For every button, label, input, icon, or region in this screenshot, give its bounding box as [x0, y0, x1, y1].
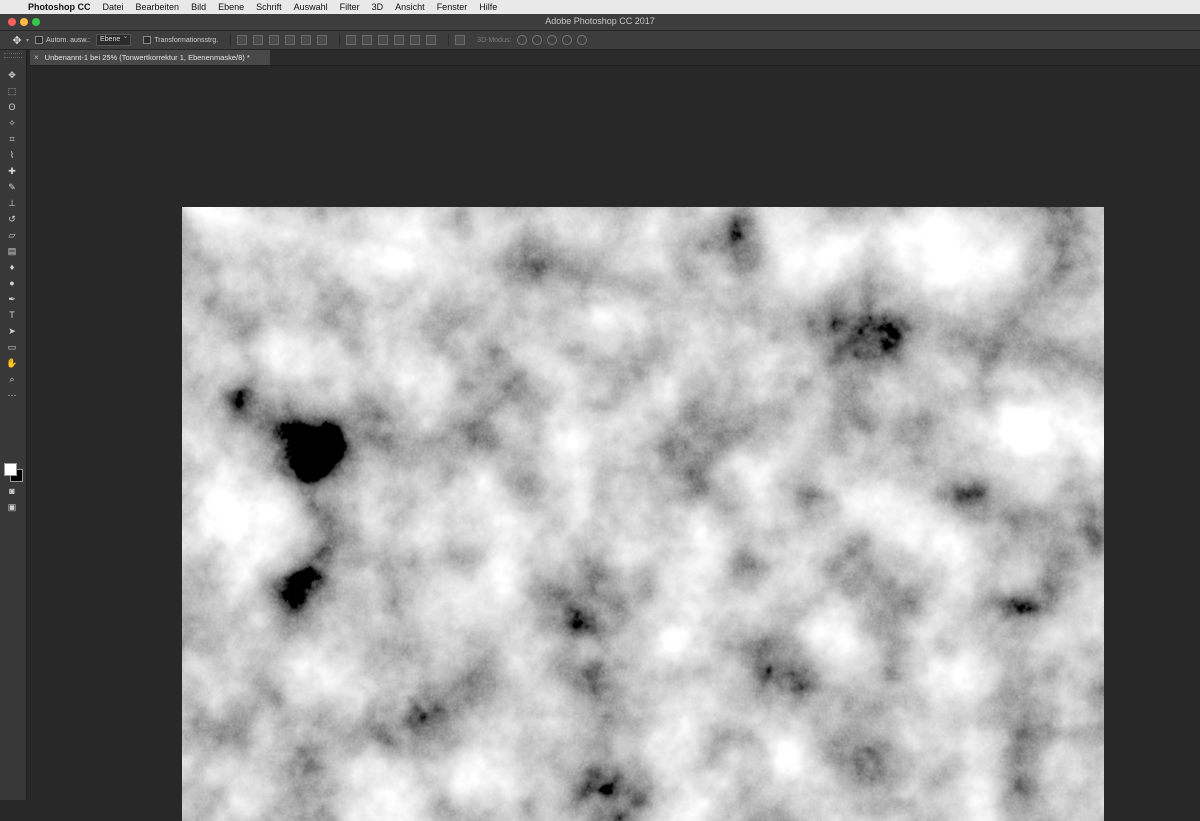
marquee-tool[interactable]: ⬚	[4, 84, 20, 98]
clone-stamp-tool[interactable]: ⊥	[4, 196, 20, 210]
blur-tool[interactable]: ♦	[4, 260, 20, 274]
distribute-horizontal-center-icon[interactable]	[410, 35, 421, 45]
pen-tool[interactable]: ✒	[4, 292, 20, 306]
dodge-tool[interactable]: ●	[4, 276, 20, 290]
align-left-icon[interactable]	[285, 35, 296, 45]
auto-select-label: Autom. ausw.:	[46, 36, 90, 44]
3d-slide-icon[interactable]	[562, 35, 573, 45]
panel-grip-handle[interactable]	[4, 53, 22, 58]
distribute-bottom-icon[interactable]	[378, 35, 389, 45]
auto-align-layers-icon[interactable]	[455, 35, 466, 45]
zoom-tool[interactable]: ⌕	[4, 372, 20, 386]
align-bottom-icon[interactable]	[269, 35, 280, 45]
close-tab-icon[interactable]: ×	[34, 53, 39, 62]
document-tab-title: Unbenannt-1 bei 25% (Tonwertkorrektur 1,…	[44, 53, 250, 62]
menu-schrift[interactable]: Schrift	[250, 2, 288, 12]
distribute-top-icon[interactable]	[346, 35, 357, 45]
3d-orbit-icon[interactable]	[517, 35, 528, 45]
lasso-tool[interactable]: ʘ	[4, 100, 20, 114]
transform-controls-label: Transformationsstrg.	[154, 36, 219, 44]
3d-roll-icon[interactable]	[532, 35, 543, 45]
eraser-tool[interactable]: ▱	[4, 228, 20, 242]
3d-scale-icon[interactable]	[577, 35, 588, 45]
foreground-color-swatch[interactable]	[4, 463, 17, 476]
distribute-vertical-center-icon[interactable]	[362, 35, 373, 45]
menu-bar: Photoshop CC Datei Bearbeiten Bild Ebene…	[0, 0, 1200, 14]
align-right-icon[interactable]	[317, 35, 328, 45]
menu-auswahl[interactable]: Auswahl	[288, 2, 334, 12]
quick-mask-icon[interactable]: ◙	[4, 484, 20, 498]
3d-pan-icon[interactable]	[547, 35, 558, 45]
type-tool[interactable]: T	[4, 308, 20, 322]
menu-ebene[interactable]: Ebene	[212, 2, 250, 12]
menu-hilfe[interactable]: Hilfe	[473, 2, 503, 12]
options-bar: ✥ ▾ Autom. ausw.: Ebene Transformationss…	[0, 31, 1200, 50]
eyedropper-tool[interactable]: ⌇	[4, 148, 20, 162]
window-title-bar: Adobe Photoshop CC 2017	[0, 14, 1200, 31]
menu-datei[interactable]: Datei	[97, 2, 130, 12]
separator	[230, 34, 232, 46]
menu-photoshop[interactable]: Photoshop CC	[22, 2, 97, 12]
screen-mode-icon[interactable]: ▣	[4, 500, 20, 514]
tool-preset-dropdown-icon[interactable]: ▾	[26, 37, 29, 44]
menu-bearbeiten[interactable]: Bearbeiten	[130, 2, 186, 12]
workspace-area[interactable]	[27, 66, 1200, 821]
align-vertical-center-icon[interactable]	[253, 35, 264, 45]
auto-select-dropdown[interactable]: Ebene	[95, 32, 132, 46]
shape-tool[interactable]: ▭	[4, 340, 20, 354]
align-horizontal-center-icon[interactable]	[301, 35, 312, 45]
distribute-left-icon[interactable]	[394, 35, 405, 45]
clouds-texture-image	[182, 207, 1104, 821]
healing-brush-tool[interactable]: ✚	[4, 164, 20, 178]
magic-wand-tool[interactable]: ✧	[4, 116, 20, 130]
transform-controls-checkbox[interactable]	[143, 36, 152, 44]
move-tool-preset-icon[interactable]: ✥	[10, 33, 24, 47]
brush-tool[interactable]: ✎	[4, 180, 20, 194]
document-tab-bar: × Unbenannt-1 bei 25% (Tonwertkorrektur 1…	[30, 50, 1200, 66]
distribute-right-icon[interactable]	[426, 35, 437, 45]
move-tool[interactable]: ✥	[4, 68, 20, 82]
gradient-tool[interactable]: ▤	[4, 244, 20, 258]
separator	[448, 34, 450, 46]
menu-ansicht[interactable]: Ansicht	[389, 2, 431, 12]
history-brush-tool[interactable]: ↺	[4, 212, 20, 226]
more-tools[interactable]: ⋯	[4, 388, 20, 402]
menu-bild[interactable]: Bild	[185, 2, 212, 12]
3d-mode-label: 3D-Modus:	[477, 36, 512, 44]
hand-tool[interactable]: ✋	[4, 356, 20, 370]
window-title: Adobe Photoshop CC 2017	[545, 16, 655, 26]
separator	[339, 34, 341, 46]
auto-select-checkbox[interactable]	[35, 36, 44, 44]
tools-panel: ✥ ⬚ ʘ ✧ ⌗ ⌇ ✚ ✎ ⊥ ↺ ▱ ▤ ♦ ● ✒ T ➤ ▭ ✋ ⌕ ⋯ ◙ ▣	[0, 50, 27, 800]
path-selection-tool[interactable]: ➤	[4, 324, 20, 338]
document-canvas[interactable]	[182, 207, 1104, 821]
crop-tool[interactable]: ⌗	[4, 132, 20, 146]
menu-filter[interactable]: Filter	[334, 2, 366, 12]
menu-3d[interactable]: 3D	[366, 2, 390, 12]
document-tab[interactable]: × Unbenannt-1 bei 25% (Tonwertkorrektur 1…	[30, 50, 270, 65]
menu-fenster[interactable]: Fenster	[431, 2, 474, 12]
align-top-icon[interactable]	[237, 35, 248, 45]
color-swatches	[4, 463, 23, 482]
